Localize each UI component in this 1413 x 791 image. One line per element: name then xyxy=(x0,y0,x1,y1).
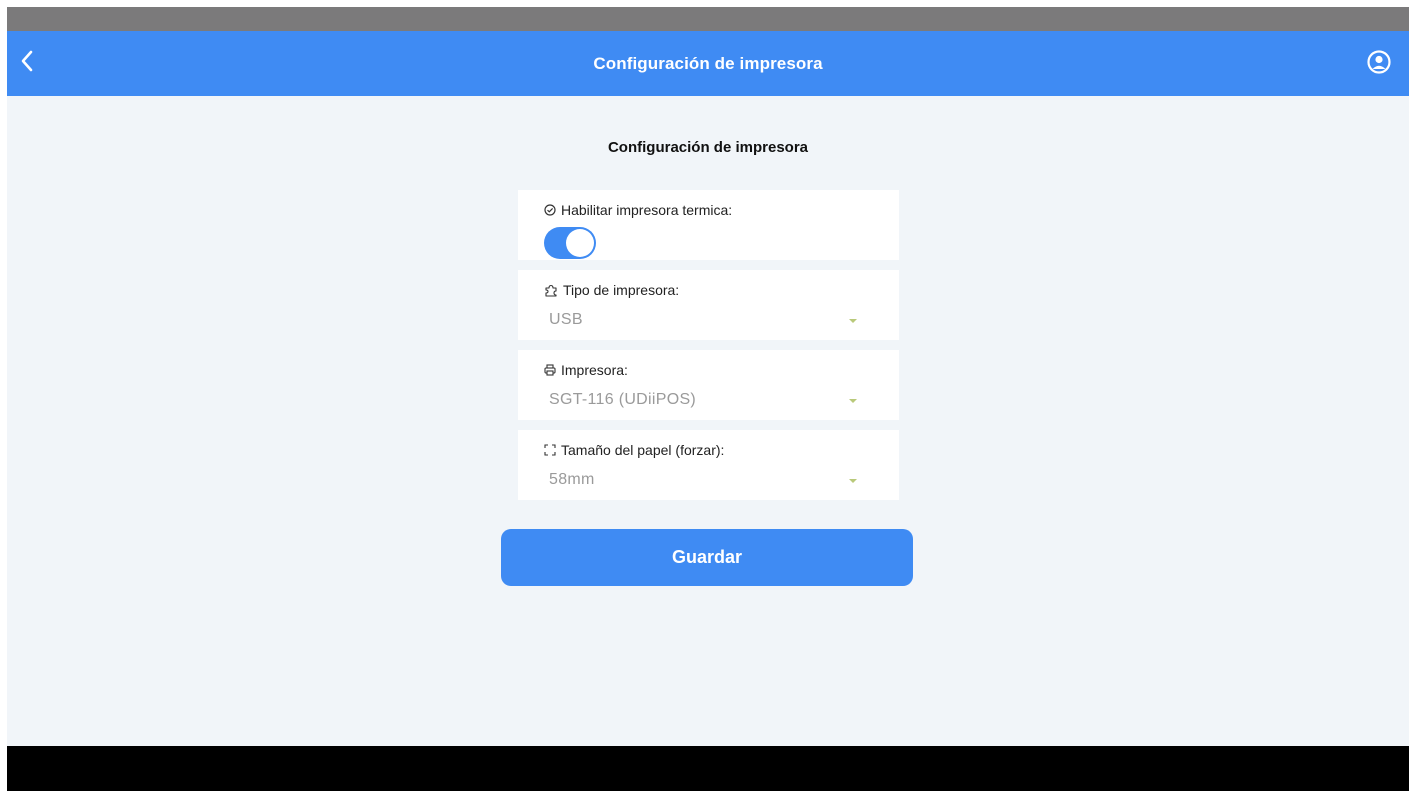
expand-icon xyxy=(544,444,556,456)
chevron-left-icon xyxy=(19,49,35,78)
puzzle-icon xyxy=(544,284,558,297)
save-button[interactable]: Guardar xyxy=(501,529,913,586)
check-circle-icon xyxy=(544,204,556,216)
chevron-down-icon xyxy=(849,319,857,323)
printer-icon xyxy=(544,364,556,376)
profile-button[interactable] xyxy=(1363,48,1395,80)
paper-size-label: Tamaño del papel (forzar): xyxy=(561,442,725,458)
navigation-bar xyxy=(7,746,1409,791)
app-bar: Configuración de impresora xyxy=(7,31,1409,96)
printer-type-label-row: Tipo de impresora: xyxy=(544,282,679,298)
printer-type-value: USB xyxy=(549,311,583,328)
user-circle-icon xyxy=(1366,49,1392,80)
back-button[interactable] xyxy=(11,47,43,79)
paper-size-value: 58mm xyxy=(549,471,595,488)
printer-type-card[interactable]: Tipo de impresora: USB xyxy=(518,270,899,340)
paper-size-card[interactable]: Tamaño del papel (forzar): 58mm xyxy=(518,430,899,500)
paper-size-label-row: Tamaño del papel (forzar): xyxy=(544,442,724,458)
thermal-printer-label: Habilitar impresora termica: xyxy=(561,202,733,218)
chevron-down-icon xyxy=(849,399,857,403)
main-content: Configuración de impresora Habilitar imp… xyxy=(7,96,1409,746)
printer-type-label: Tipo de impresora: xyxy=(563,282,680,298)
status-bar xyxy=(7,7,1409,31)
thermal-printer-card: Habilitar impresora termica: xyxy=(518,190,899,260)
printer-card[interactable]: Impresora: SGT-116 (UDiiPOS) xyxy=(518,350,899,420)
section-title: Configuración de impresora xyxy=(607,139,809,156)
printer-label-row: Impresora: xyxy=(544,362,628,378)
thermal-printer-toggle[interactable] xyxy=(544,227,596,259)
toggle-knob xyxy=(566,229,594,257)
printer-label: Impresora: xyxy=(561,362,628,378)
thermal-printer-label-row: Habilitar impresora termica: xyxy=(544,202,732,218)
chevron-down-icon xyxy=(849,479,857,483)
app-bar-title: Configuración de impresora xyxy=(593,53,823,73)
printer-value: SGT-116 (UDiiPOS) xyxy=(549,391,697,408)
